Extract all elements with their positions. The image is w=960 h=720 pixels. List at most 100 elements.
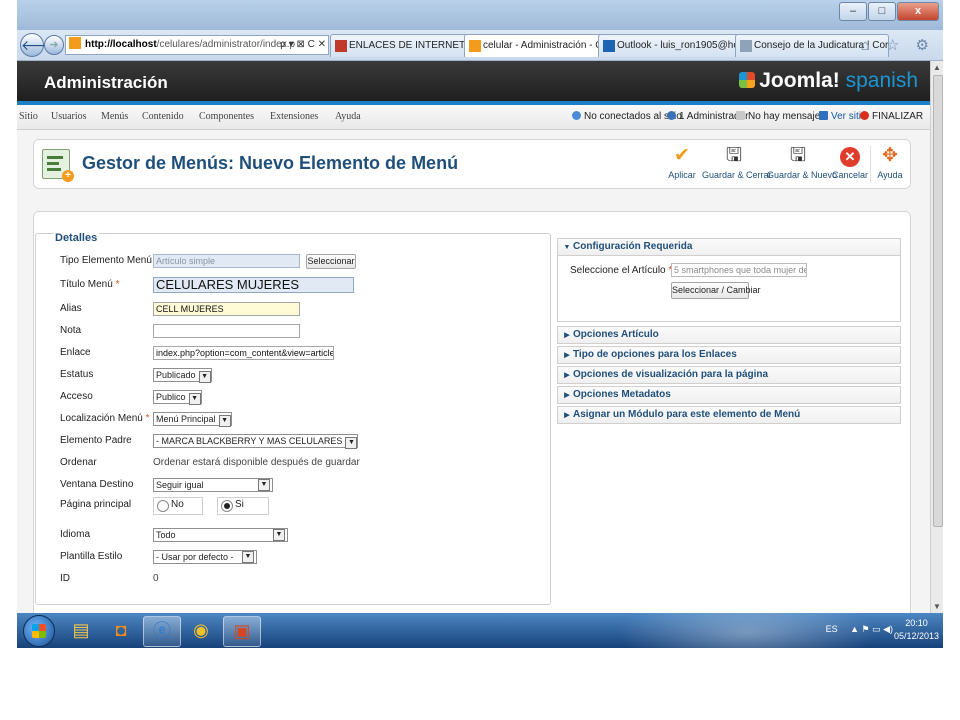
clock[interactable]: 20:10 05/12/2013 <box>894 617 939 643</box>
location-select[interactable]: Menú Principal ▼ <box>153 412 232 427</box>
menu-item-extensiones[interactable]: Extensiones <box>270 111 318 122</box>
save-new-button[interactable]: 🖫 Guardar & Nuevo <box>767 144 837 180</box>
section-title: Opciones Metadatos <box>573 389 671 400</box>
menu-item-sitio[interactable]: Sitio <box>19 111 38 122</box>
browser-nav-row: 🡐 ➜ http://localhost/celulares/administr… <box>17 30 943 61</box>
section-link-options[interactable]: ▶ Tipo de opciones para los Enlaces <box>557 346 901 364</box>
clock-time: 20:10 <box>905 618 928 628</box>
status-label: Estatus <box>60 369 94 380</box>
title-label-text: Título Menú <box>60 279 113 290</box>
tab-label: ENLACES DE INTERNET <box>349 40 466 51</box>
browser-tab-outlook[interactable]: Outlook - luis_ron1905@hotm... <box>598 34 752 57</box>
save-close-button[interactable]: 🖫 Guardar & Cerrar <box>702 144 772 180</box>
menu-item-usuarios[interactable]: Usuarios <box>51 111 87 122</box>
section-module-assignment[interactable]: ▶ Asignar un Módulo para este elemento de… <box>557 406 901 424</box>
logo-text: Joomla! <box>759 69 840 92</box>
logout-label: FINALIZAR <box>872 111 924 122</box>
powerpoint-icon[interactable]: ▣ <box>223 616 261 647</box>
page-toolbar: + Gestor de Menús: Nuevo Elemento de Men… <box>33 139 911 189</box>
section-article-options[interactable]: ▶ Opciones Artículo <box>557 326 901 344</box>
vertical-scrollbar[interactable]: ▲ ▼ <box>930 61 943 613</box>
apply-button[interactable]: ✔ Aplicar <box>666 144 698 180</box>
type-label: Tipo Elemento Menú * <box>60 255 159 266</box>
tab-label: celular - Administración - G... ✕ <box>483 40 616 51</box>
menu-item-contenido[interactable]: Contenido <box>142 111 184 122</box>
section-metadata-options[interactable]: ▶ Opciones Metadatos <box>557 386 901 404</box>
media-player-icon[interactable]: ◘ <box>103 616 139 645</box>
tray-icons[interactable]: ▲ ⚑ ▭ ◀) <box>850 624 893 634</box>
admin-header: Administración Joomla! spanish <box>17 61 930 105</box>
tab-favicon-icon <box>335 40 347 52</box>
toolbar-divider <box>870 146 871 182</box>
required-config-header[interactable]: ▼ Configuración Requerida <box>557 238 901 256</box>
home-no-label: No <box>171 499 184 510</box>
language-select[interactable]: Todo ▼ <box>153 528 288 542</box>
address-controls[interactable]: ρ ▾ ⊠ C ✕ <box>280 36 326 54</box>
target-select[interactable]: Seguir igual ▼ <box>153 478 273 492</box>
close-window-button[interactable]: x <box>897 2 939 21</box>
internet-explorer-icon[interactable]: ⓔ <box>143 616 181 647</box>
section-title: Opciones de visualización para la página <box>573 369 769 380</box>
status-messages-label: No hay mensajes <box>748 111 826 122</box>
parent-label: Elemento Padre <box>60 435 132 446</box>
language-indicator[interactable]: ES <box>826 624 838 634</box>
chevron-down-icon: ▼ <box>258 479 270 491</box>
cancel-button[interactable]: ✕ Cancelar <box>832 144 868 180</box>
required-config-title: Configuración Requerida <box>573 241 693 252</box>
section-title: Asignar un Módulo para este elemento de … <box>573 409 801 420</box>
note-input[interactable] <box>153 324 300 338</box>
id-label: ID <box>60 573 70 584</box>
status-messages[interactable]: No hay mensajes <box>736 111 825 122</box>
section-page-display-options[interactable]: ▶ Opciones de visualización para la págin… <box>557 366 901 384</box>
forward-button[interactable]: ➜ <box>44 35 64 55</box>
maximize-button[interactable]: □ <box>868 2 896 21</box>
template-select[interactable]: - Usar por defecto - ▼ <box>153 550 257 564</box>
home-no-radio[interactable] <box>157 500 169 512</box>
status-not-connected[interactable]: No conectados al sitio <box>572 111 682 122</box>
back-button[interactable]: 🡐 <box>20 33 59 57</box>
save-close-label: Guardar & Cerrar <box>702 170 772 180</box>
section-title: Opciones Artículo <box>573 329 659 340</box>
system-tray: ES ▲ ⚑ ▭ ◀) <box>826 624 893 635</box>
logout-link[interactable]: FINALIZAR <box>860 111 923 122</box>
scroll-down-icon[interactable]: ▼ <box>933 602 941 611</box>
address-path: /celulares/administrator/index.p <box>156 39 296 50</box>
scrollbar-thumb[interactable] <box>933 75 943 527</box>
target-value: Seguir igual <box>156 480 204 490</box>
start-button[interactable] <box>23 615 55 647</box>
window-controls: – □ x <box>839 2 939 21</box>
details-legend: Detalles <box>53 232 100 244</box>
link-input[interactable]: index.php?option=com_content&view=articl… <box>153 346 334 360</box>
menu-item-componentes[interactable]: Componentes <box>199 111 254 122</box>
select-change-article-button[interactable]: Seleccionar / Cambiar <box>671 282 761 299</box>
parent-value: - MARCA BLACKBERRY Y MAS CELULARES <box>156 436 343 446</box>
access-select[interactable]: Publico ▼ <box>153 390 202 405</box>
select-type-button[interactable]: Seleccionar <box>306 254 356 269</box>
admin-title: Administración <box>44 73 168 92</box>
screen: – □ x 🡐 ➜ http://localhost/celulares/adm… <box>17 0 943 648</box>
parent-select[interactable]: - MARCA BLACKBERRY Y MAS CELULARES ▼ <box>153 434 359 449</box>
browser-tab-celular[interactable]: celular - Administración - G... ✕ <box>464 34 616 57</box>
minimize-button[interactable]: – <box>839 2 867 21</box>
id-value: 0 <box>153 573 159 584</box>
joomla-logo-icon <box>739 72 756 88</box>
browser-toolbar-icons[interactable]: ⌂ ☆ ⚙ <box>861 36 935 54</box>
help-button[interactable]: ✥ Ayuda <box>874 144 906 180</box>
users-icon <box>572 111 581 120</box>
home-si-radio[interactable] <box>221 500 233 512</box>
lifebuoy-icon: ✥ <box>882 145 898 166</box>
browser-tab-enlaces[interactable]: ENLACES DE INTERNET <box>330 34 474 57</box>
menu-item-ayuda[interactable]: Ayuda <box>335 111 361 122</box>
icon-bar <box>47 156 63 159</box>
status-select[interactable]: Publicado ▼ <box>153 368 212 383</box>
title-input[interactable]: CELULARES MUJERES <box>153 277 354 293</box>
file-explorer-icon[interactable]: ▤ <box>63 616 99 645</box>
section-title: Tipo de opciones para los Enlaces <box>573 349 737 360</box>
icon-bar <box>47 162 59 165</box>
menu-item-menus[interactable]: Menús <box>101 111 128 122</box>
chrome-icon[interactable]: ◉ <box>183 616 219 645</box>
address-bar[interactable]: http://localhost/celulares/administrator… <box>65 35 329 55</box>
access-label: Acceso <box>60 391 93 402</box>
alias-input[interactable]: CELL MUJERES <box>153 302 300 316</box>
scroll-up-icon[interactable]: ▲ <box>933 63 941 72</box>
